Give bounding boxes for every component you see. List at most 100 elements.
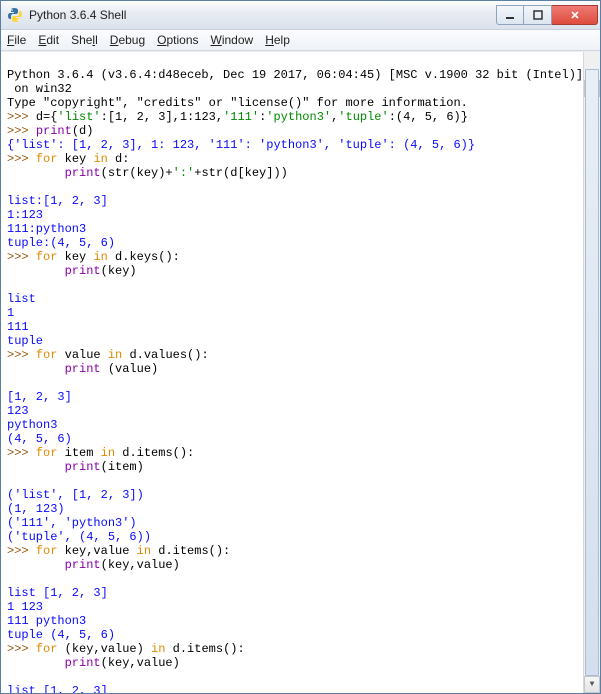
code: :(4, 5, 6)} (389, 110, 468, 124)
output: list [1, 2, 3] (7, 586, 108, 600)
prompt: >>> (7, 348, 36, 362)
string: ':' (173, 166, 195, 180)
cont (7, 656, 65, 670)
cont (7, 558, 65, 572)
keyword: in (151, 642, 165, 656)
cont (7, 264, 65, 278)
banner-line: on win32 (7, 82, 72, 96)
code: d={ (36, 110, 58, 124)
builtin: print (65, 264, 101, 278)
builtin: print (65, 558, 101, 572)
vertical-scrollbar[interactable]: ▲ ▼ (583, 52, 600, 693)
output: ('list', [1, 2, 3]) (7, 488, 144, 502)
output: 111 (7, 320, 29, 334)
code: (d) (72, 124, 94, 138)
window-controls (496, 5, 598, 25)
prompt: >>> (7, 446, 36, 460)
menu-file[interactable]: File (7, 33, 26, 47)
window-title: Python 3.6.4 Shell (29, 8, 496, 22)
string: 'list' (57, 110, 100, 124)
output: tuple (7, 334, 43, 348)
prompt: >>> (7, 110, 36, 124)
keyword: for (36, 642, 58, 656)
keyword: in (93, 250, 107, 264)
prompt: >>> (7, 152, 36, 166)
code: (key,value) (101, 558, 180, 572)
menu-edit[interactable]: Edit (38, 33, 59, 47)
code: (key) (101, 264, 137, 278)
keyword: for (36, 152, 58, 166)
keyword: for (36, 446, 58, 460)
scroll-track[interactable] (584, 69, 600, 676)
code: value (57, 348, 107, 362)
titlebar: Python 3.6.4 Shell (1, 1, 600, 30)
string: 'python3' (266, 110, 331, 124)
keyword: for (36, 544, 58, 558)
output: tuple:(4, 5, 6) (7, 236, 115, 250)
menu-debug[interactable]: Debug (110, 33, 145, 47)
output: list (7, 292, 36, 306)
code: d.items(): (165, 642, 244, 656)
banner-line: Python 3.6.4 (v3.6.4:d48eceb, Dec 19 201… (7, 68, 583, 82)
keyword: in (137, 544, 151, 558)
code: (item) (101, 460, 144, 474)
output: 1:123 (7, 208, 43, 222)
code: d.keys(): (108, 250, 180, 264)
keyword: in (101, 446, 115, 460)
output: ('111', 'python3') (7, 516, 137, 530)
menu-window[interactable]: Window (211, 33, 254, 47)
cont (7, 166, 65, 180)
output: 111:python3 (7, 222, 86, 236)
builtin: print (65, 656, 101, 670)
keyword: in (93, 152, 107, 166)
string: '111' (223, 110, 259, 124)
code: item (57, 446, 100, 460)
code: (key,value) (101, 656, 180, 670)
output: 1 (7, 306, 14, 320)
maximize-button[interactable] (524, 5, 552, 25)
code: key (57, 250, 93, 264)
output: {'list': [1, 2, 3], 1: 123, '111': 'pyth… (7, 138, 475, 152)
keyword: for (36, 250, 58, 264)
scroll-down-button[interactable]: ▼ (584, 676, 600, 693)
output: (4, 5, 6) (7, 432, 72, 446)
output: 111 python3 (7, 614, 86, 628)
code: d.values(): (122, 348, 208, 362)
code: (value) (101, 362, 159, 376)
code: d: (108, 152, 130, 166)
output: 1 123 (7, 600, 43, 614)
shell-content[interactable]: Python 3.6.4 (v3.6.4:d48eceb, Dec 19 201… (1, 51, 600, 693)
builtin: print (65, 460, 101, 474)
builtin: print (65, 166, 101, 180)
output: [1, 2, 3] (7, 390, 72, 404)
output: (1, 123) (7, 502, 65, 516)
scroll-thumb[interactable] (585, 69, 599, 676)
menu-options[interactable]: Options (157, 33, 198, 47)
menu-shell[interactable]: Shell (71, 33, 98, 47)
keyword: for (36, 348, 58, 362)
prompt: >>> (7, 642, 36, 656)
minimize-button[interactable] (496, 5, 524, 25)
prompt: >>> (7, 544, 36, 558)
code: d.items(): (115, 446, 194, 460)
menu-help[interactable]: Help (265, 33, 290, 47)
code: key,value (57, 544, 136, 558)
prompt: >>> (7, 250, 36, 264)
output: list [1, 2, 3] (7, 684, 108, 693)
code: +str(d[key])) (194, 166, 288, 180)
close-button[interactable] (552, 5, 598, 25)
menubar: File Edit Shell Debug Options Window Hel… (1, 30, 600, 51)
output: 123 (7, 404, 29, 418)
code: d.items(): (151, 544, 230, 558)
output: python3 (7, 418, 57, 432)
cont (7, 460, 65, 474)
builtin: print (36, 124, 72, 138)
string: 'tuple' (338, 110, 388, 124)
cont (7, 362, 65, 376)
output: tuple (4, 5, 6) (7, 628, 115, 642)
output: list:[1, 2, 3] (7, 194, 108, 208)
app-icon (7, 7, 23, 23)
keyword: in (108, 348, 122, 362)
banner-line: Type "copyright", "credits" or "license(… (7, 96, 468, 110)
code: key (57, 152, 93, 166)
